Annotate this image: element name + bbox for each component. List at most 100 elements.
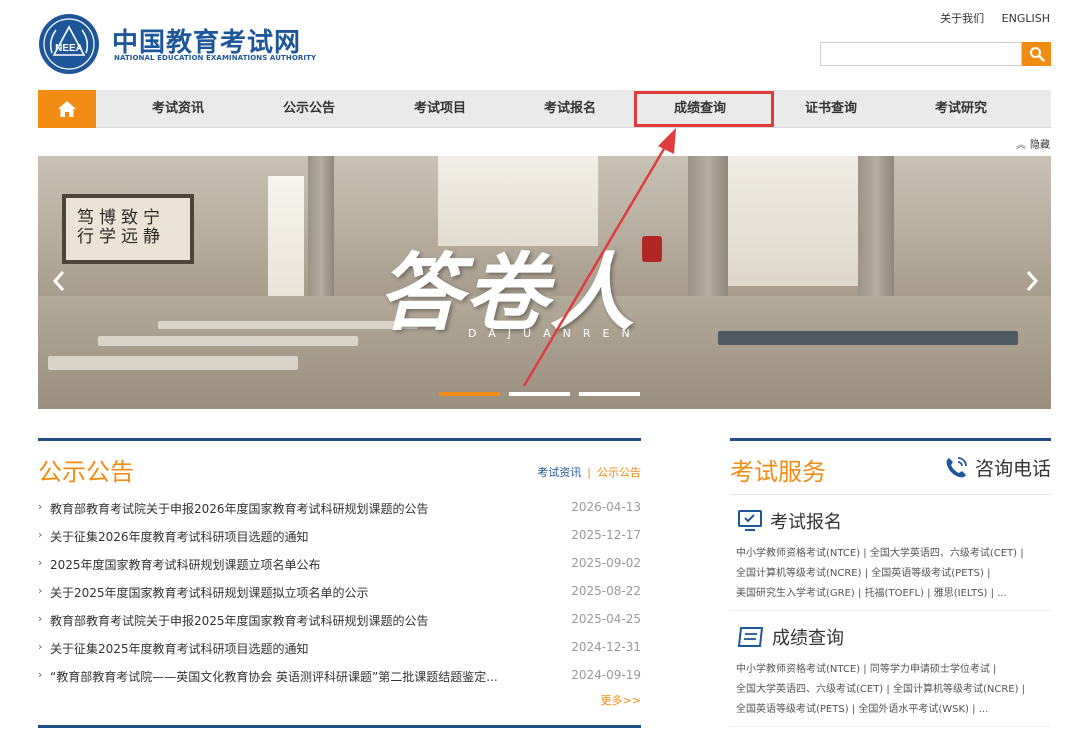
service-link[interactable]: 全国大学英语四、六级考试(CET): [736, 684, 883, 695]
divider: [730, 494, 1051, 495]
tab-separator: |: [587, 466, 591, 479]
seal-stamp: [642, 236, 662, 262]
chevron-right-icon: ›: [38, 640, 43, 653]
list-item[interactable]: › 关于2025年度国家教育考试科研规划课题拟立项名单的公示 2025-08-22: [38, 584, 641, 602]
item-title[interactable]: 2025年度国家教育考试科研规划课题立项名单公布: [50, 556, 321, 573]
item-title[interactable]: “教育部教育考试院——英国文化教育协会 英语测评科研课题”第二批课题结题鉴定..…: [50, 668, 498, 685]
section-bar: [38, 725, 641, 728]
monitor-icon: [738, 510, 762, 531]
service-registration[interactable]: 考试报名: [738, 508, 842, 534]
notice-title: 公示公告: [38, 458, 134, 486]
logo-text: NEEA: [55, 43, 83, 54]
nav-item-research[interactable]: 考试研究: [896, 90, 1026, 128]
carousel-dot[interactable]: [439, 392, 500, 396]
service-link[interactable]: 全国英语等级考试(PETS): [736, 704, 849, 715]
nav-item-news[interactable]: 考试资讯: [113, 90, 243, 128]
carousel-dot[interactable]: [509, 392, 570, 396]
service-link[interactable]: 全国大学英语四、六级考试(CET): [870, 548, 1017, 559]
divider: [730, 610, 1051, 611]
search-icon: [1029, 47, 1045, 62]
list-item[interactable]: › 教育部教育考试院关于申报2025年度国家教育考试科研规划课题的公告 2025-0…: [38, 612, 641, 630]
list-item[interactable]: › 关于征集2025年度教育考试科研项目选题的通知 2024-12-31: [38, 640, 641, 658]
main-nav: 考试资讯 公示公告 考试项目 考试报名 成绩查询 证书查询 考试研究: [38, 90, 1051, 128]
service-link[interactable]: 美国研究生入学考试(GRE): [736, 588, 855, 599]
brand-subtitle: NATIONAL EDUCATION EXAMINATIONS AUTHORIT…: [114, 54, 317, 62]
neea-logo-icon[interactable]: NEEA: [38, 13, 100, 75]
more-link[interactable]: 更多>>: [601, 692, 641, 708]
carousel-dot[interactable]: [579, 392, 640, 396]
hide-toggle[interactable]: ︽ 隐藏: [1016, 136, 1050, 151]
service-link[interactable]: 托福(TOEFL): [865, 588, 924, 599]
banner-carousel[interactable]: 宁静致远 博学笃行 答卷人 DAJUANREN: [38, 156, 1051, 409]
nav-item-notice[interactable]: 公示公告: [244, 90, 374, 128]
item-title[interactable]: 关于征集2026年度教育考试科研项目选题的通知: [50, 528, 309, 545]
nav-item-score-query[interactable]: 成绩查询: [635, 90, 765, 128]
service-heading: 考试报名: [770, 512, 842, 533]
carousel-prev-button[interactable]: [40, 258, 78, 304]
tab-notice[interactable]: 公示公告: [597, 466, 641, 479]
english-link[interactable]: ENGLISH: [1002, 12, 1050, 25]
service-link[interactable]: 同等学力申请硕士学位考试: [870, 664, 990, 675]
desk: [98, 336, 358, 346]
header: NEEA 中国教育考试网 NATIONAL EDUCATION EXAMINAT…: [0, 0, 1080, 90]
service-link[interactable]: 中小学教师资格考试(NTCE): [736, 548, 860, 559]
notepad-icon: [738, 627, 764, 647]
about-link[interactable]: 关于我们: [940, 12, 984, 25]
item-title[interactable]: 教育部教育考试院关于申报2025年度国家教育考试科研规划课题的公告: [50, 612, 429, 629]
top-links: 关于我们 ENGLISH: [926, 10, 1050, 26]
service-links: 中小学教师资格考试(NTCE) | 同等学力申请硕士学位考试 | 全国大学英语四…: [736, 664, 1026, 715]
service-link[interactable]: 全国计算机等级考试(NCRE): [736, 568, 862, 579]
nav-home[interactable]: [38, 90, 96, 128]
teacher-desk: [718, 331, 1018, 345]
services-title: 考试服务: [730, 458, 826, 486]
service-link[interactable]: 全国计算机等级考试(NCRE): [893, 684, 1019, 695]
banner-subtitle: DAJUANREN: [468, 327, 642, 340]
divider: [730, 726, 1051, 727]
desk: [48, 356, 298, 370]
phone-icon: [946, 456, 967, 477]
service-link[interactable]: 全国外语水平考试(WSK): [858, 704, 969, 715]
chevron-right-icon: ›: [38, 584, 43, 597]
search-input[interactable]: [820, 42, 1022, 66]
item-date: 2024-09-19: [571, 668, 641, 682]
service-score-query[interactable]: 成绩查询: [738, 624, 844, 650]
service-link[interactable]: 雅思(IELTS): [934, 588, 988, 599]
nav-item-exams[interactable]: 考试项目: [375, 90, 505, 128]
service-link[interactable]: ...: [979, 704, 989, 715]
scroll-text: 宁静致远 博学笃行: [73, 208, 159, 246]
service-link[interactable]: 全国英语等级考试(PETS): [871, 568, 984, 579]
item-date: 2025-09-02: [571, 556, 641, 570]
hide-label: 隐藏: [1030, 140, 1050, 151]
list-item[interactable]: › 2025年度国家教育考试科研规划课题立项名单公布 2025-09-02: [38, 556, 641, 574]
service-link[interactable]: 中小学教师资格考试(NTCE): [736, 664, 860, 675]
item-title[interactable]: 关于2025年度国家教育考试科研规划课题拟立项名单的公示: [50, 584, 369, 601]
carousel-dots: [439, 392, 641, 398]
window: [728, 156, 858, 286]
nav-item-registration[interactable]: 考试报名: [505, 90, 635, 128]
calligraphy-scroll: 宁静致远 博学笃行: [62, 194, 194, 264]
list-item[interactable]: › 关于征集2026年度教育考试科研项目选题的通知 2025-12-17: [38, 528, 641, 546]
item-title[interactable]: 教育部教育考试院关于申报2026年度国家教育考试科研规划课题的公告: [50, 500, 429, 517]
list-item[interactable]: › 教育部教育考试院关于申报2026年度国家教育考试科研规划课题的公告 2026-0…: [38, 500, 641, 518]
consult-phone[interactable]: 咨询电话: [943, 454, 1051, 481]
list-item[interactable]: › “教育部教育考试院——英国文化教育协会 英语测评科研课题”第二批课题结题鉴定.…: [38, 668, 641, 686]
chevron-right-icon: ›: [38, 500, 43, 513]
item-date: 2024-12-31: [571, 640, 641, 654]
service-links: 中小学教师资格考试(NTCE) | 全国大学英语四、六级考试(CET) | 全国…: [736, 548, 1024, 599]
item-date: 2026-04-13: [571, 500, 641, 514]
search-button[interactable]: [1022, 42, 1051, 66]
double-chevron-up-icon: ︽: [1016, 140, 1026, 151]
home-icon: [58, 101, 76, 117]
tab-news[interactable]: 考试资讯: [537, 466, 581, 479]
service-heading: 成绩查询: [772, 628, 844, 649]
chevron-right-icon: ›: [38, 528, 43, 541]
chevron-left-icon: [52, 271, 65, 291]
service-link[interactable]: ...: [997, 588, 1007, 599]
item-title[interactable]: 关于征集2025年度教育考试科研项目选题的通知: [50, 640, 309, 657]
chevron-right-icon: [1026, 271, 1039, 291]
carousel-next-button[interactable]: [1013, 258, 1051, 304]
section-bar: [38, 438, 641, 441]
notice-tabs: 考试资讯 | 公示公告: [537, 464, 641, 480]
nav-item-certificate[interactable]: 证书查询: [766, 90, 896, 128]
item-date: 2025-04-25: [571, 612, 641, 626]
